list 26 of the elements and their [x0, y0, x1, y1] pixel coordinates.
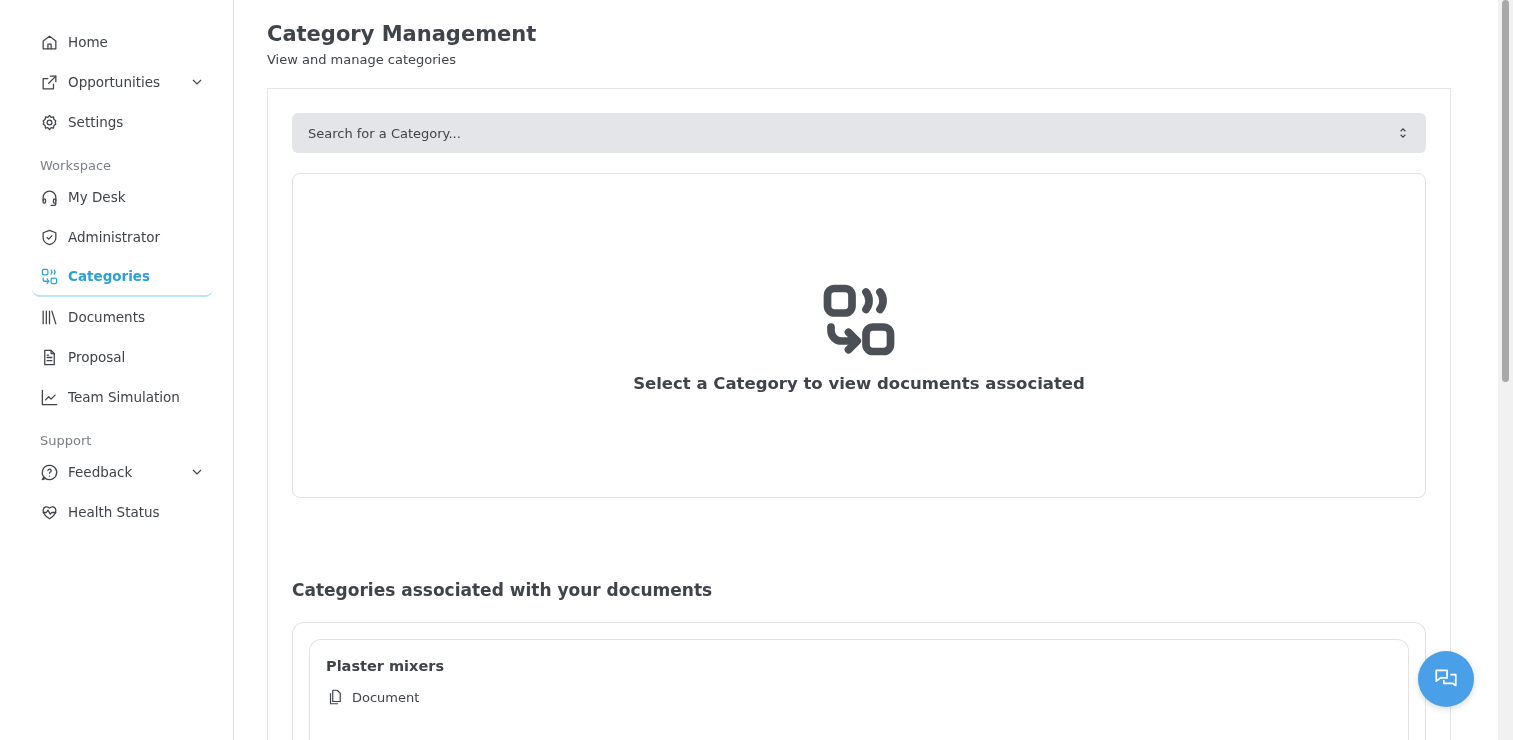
sidebar-item[interactable]: My Desk [32, 177, 213, 217]
sidebar-item[interactable]: Opportunities [32, 62, 213, 102]
sidebar-item[interactable]: Proposal [32, 337, 213, 377]
category-name: Plaster mixers [326, 658, 446, 674]
empty-state-message: Select a Category to view documents associated [633, 374, 1085, 393]
scrollbar[interactable] [1498, 0, 1513, 740]
categories-icon [40, 266, 59, 286]
document-link[interactable]: Document [326, 688, 1392, 706]
category-search-field[interactable]: Search for a Category... [292, 113, 1426, 153]
sidebar-heading: Support [39, 432, 93, 450]
sidebar-item[interactable]: Administrator [32, 217, 213, 257]
sidebar-item[interactable]: Health Status [32, 492, 213, 532]
page-subtitle: View and manage categories [267, 52, 457, 67]
chart-icon [40, 387, 59, 407]
sidebar-item[interactable]: Feedback [32, 452, 213, 492]
page-title: Category Management [267, 22, 538, 46]
shield-icon [40, 227, 59, 247]
sidebar-item[interactable]: Documents [32, 297, 213, 337]
section-heading: Categories associated with your documents [292, 580, 714, 600]
gear-icon [40, 112, 59, 132]
chat-button[interactable] [1418, 651, 1474, 707]
sidebar-item[interactable]: Home [32, 22, 213, 62]
help-icon [40, 462, 59, 482]
sidebar-item[interactable]: Team Simulation [32, 377, 213, 417]
sidebar-heading: Workspace [39, 157, 113, 175]
sidebar-item[interactable]: Settings [32, 102, 213, 142]
